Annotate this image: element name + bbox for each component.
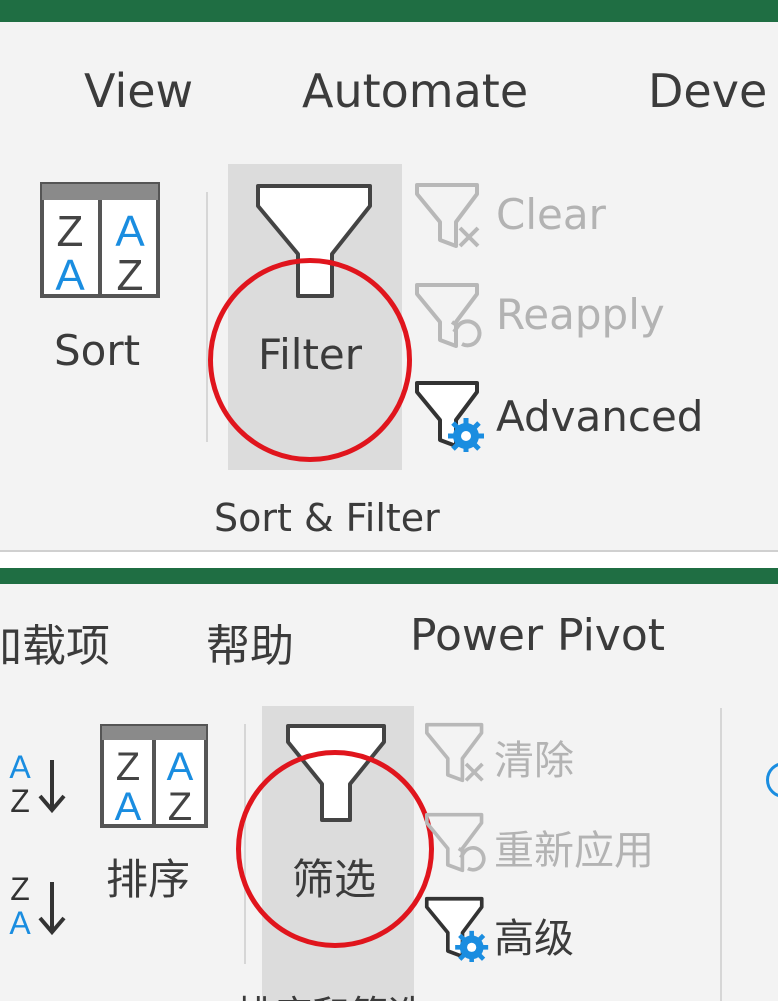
- clear-label: Clear: [496, 190, 606, 239]
- clear-button-cn[interactable]: 清除: [424, 720, 614, 784]
- svg-text:Z: Z: [10, 871, 30, 907]
- advanced-button-cn[interactable]: 高级: [424, 896, 624, 962]
- sort-label-cn: 排序: [106, 855, 191, 904]
- tab-help[interactable]: 帮助: [206, 610, 294, 674]
- right-divider-cn: [720, 708, 722, 1001]
- advanced-label: Advanced: [496, 392, 704, 441]
- sort-az-icon: Z A A Z: [100, 724, 208, 829]
- clear-label-cn: 清除: [494, 738, 574, 784]
- svg-text:A: A: [55, 251, 85, 300]
- reapply-label: Reapply: [496, 290, 665, 339]
- sort-ascending-icon[interactable]: A Z: [6, 746, 70, 822]
- svg-text:A: A: [167, 745, 194, 789]
- sort-label: Sort: [54, 326, 141, 375]
- advanced-filter-icon: [424, 896, 489, 962]
- english-ribbon-panel: View Automate Deve Z A A Z Sort Filter C…: [0, 22, 778, 550]
- reapply-label-cn: 重新应用: [494, 828, 654, 874]
- chinese-ribbon-panel: 加载项 帮助 Power Pivot A Z Z A Z A A Z 排序 筛选: [0, 584, 778, 1001]
- svg-text:Z: Z: [57, 207, 84, 256]
- tab-power-pivot[interactable]: Power Pivot: [410, 610, 665, 661]
- svg-text:A: A: [115, 207, 145, 256]
- svg-text:Z: Z: [117, 251, 144, 300]
- highlight-circle-cn: [236, 750, 434, 948]
- advanced-label-cn: 高级: [494, 916, 574, 962]
- sort-az-icon: Z A A Z: [40, 182, 160, 300]
- sort-button[interactable]: Z A A Z Sort: [28, 172, 178, 392]
- reapply-button-cn[interactable]: 重新应用: [424, 810, 684, 874]
- group-label: Sort & Filter: [214, 496, 440, 540]
- tab-developer[interactable]: Deve: [648, 64, 767, 118]
- reapply-button[interactable]: Reapply: [414, 280, 694, 352]
- svg-text:Z: Z: [10, 783, 30, 819]
- svg-text:Z: Z: [116, 745, 140, 789]
- group-label-cn: 排序和筛选: [236, 984, 426, 1001]
- highlight-circle: [208, 258, 412, 462]
- svg-text:Z: Z: [168, 785, 192, 829]
- panel-gap: [0, 552, 778, 568]
- advanced-filter-icon: [415, 381, 484, 452]
- tab-addins[interactable]: 加载项: [0, 610, 110, 674]
- tab-automate[interactable]: Automate: [302, 64, 528, 118]
- clear-filter-icon: [425, 722, 484, 783]
- reapply-filter-icon: [425, 812, 486, 873]
- clear-filter-icon: [415, 183, 480, 248]
- advanced-button[interactable]: Advanced: [414, 380, 734, 452]
- svg-text:A: A: [9, 749, 31, 785]
- svg-text:A: A: [115, 785, 142, 829]
- svg-text:A: A: [9, 905, 31, 941]
- reapply-filter-icon: [415, 283, 482, 348]
- clear-button[interactable]: Clear: [414, 180, 634, 252]
- partial-circle-icon: [766, 762, 778, 798]
- ribbon-bottom-green-bar: [0, 568, 778, 584]
- sort-button-cn[interactable]: Z A A Z 排序: [96, 720, 216, 920]
- ribbon-top-green-bar: [0, 0, 778, 22]
- sort-descending-icon[interactable]: Z A: [6, 868, 70, 944]
- tab-view[interactable]: View: [84, 64, 193, 118]
- group-divider: [206, 192, 208, 442]
